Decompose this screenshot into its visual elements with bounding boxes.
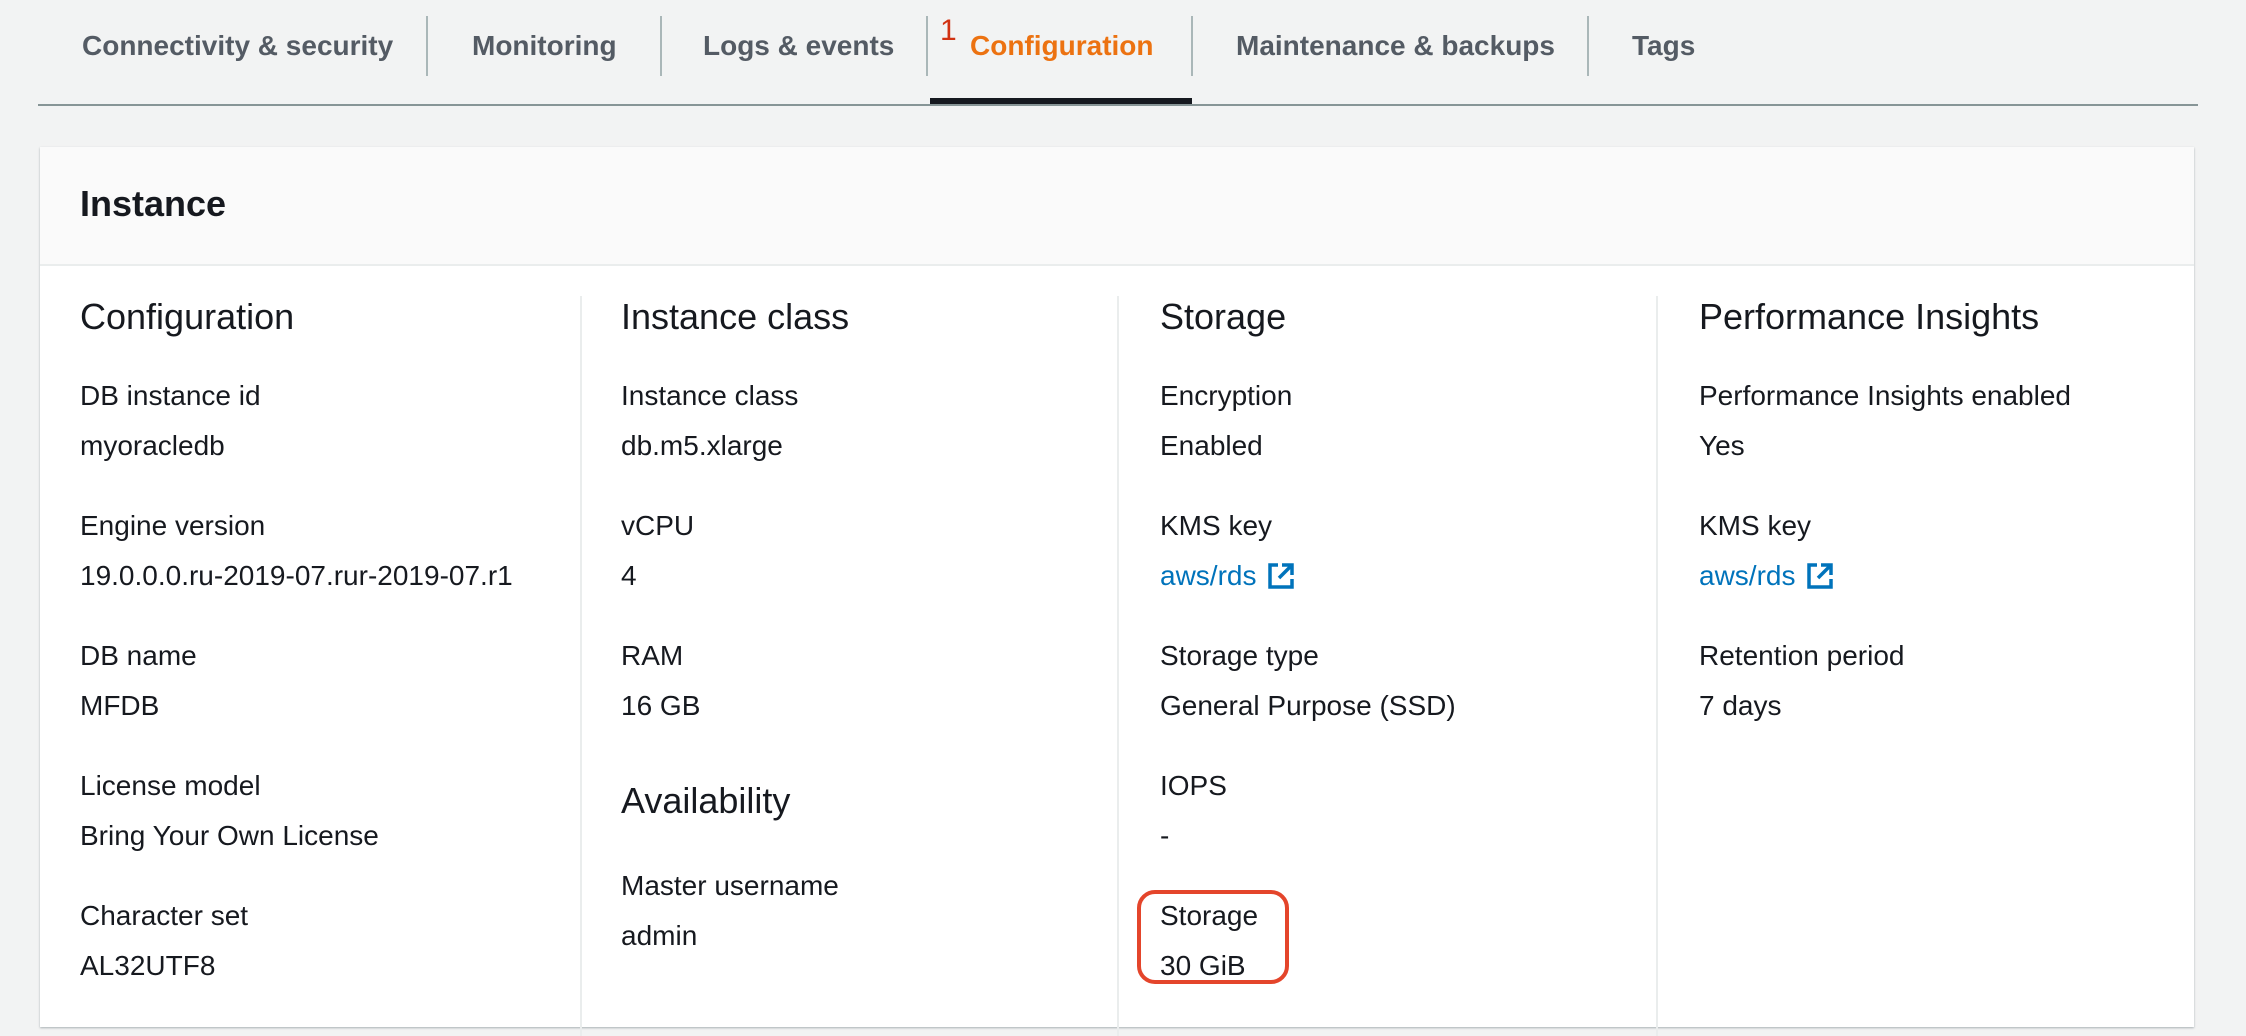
instance-class-label: Instance class [621,380,799,411]
db-instance-id-value: myoracledb [80,430,225,461]
pi-enabled-value: Yes [1699,430,1745,461]
external-link-icon [1807,563,1834,589]
db-name-value: MFDB [80,690,160,721]
instance-class-title: Instance class [621,296,850,337]
character-set-label: Character set [80,900,249,931]
tab-divider [1587,16,1589,76]
instance-panel: Instance Configuration DB instance id my… [40,147,2194,1036]
panel-title: Instance [80,183,227,224]
db-name-label: DB name [80,640,197,671]
tab-logs-events[interactable]: Logs & events [703,0,894,92]
tab-divider [1191,16,1193,76]
active-tab-indicator [930,98,1192,104]
external-link-icon [1268,563,1295,589]
tab-divider [426,16,428,76]
performance-insights-column: Performance Insights Performance Insight… [1699,296,2239,1036]
encryption-label: Encryption [1160,380,1293,411]
pi-kms-key-link-text: aws/rds [1699,560,1796,591]
panel-header: Instance [40,147,2194,266]
encryption-value: Enabled [1160,430,1263,461]
tab-divider [926,16,928,76]
kms-key-label: KMS key [1160,510,1273,541]
engine-version-label: Engine version [80,510,266,541]
db-instance-id-label: DB instance id [80,380,261,411]
master-username-label: Master username [621,870,839,901]
instance-class-value: db.m5.xlarge [621,430,783,461]
kms-key-link-text: aws/rds [1160,560,1257,591]
tab-monitoring[interactable]: Monitoring [472,0,617,92]
tab-maintenance-backups[interactable]: Maintenance & backups [1236,0,1555,92]
instance-class-column: Instance class Instance class db.m5.xlar… [621,296,1161,1036]
tab-divider [660,16,662,76]
iops-value: - [1160,820,1170,851]
retention-period-label: Retention period [1699,640,1905,671]
tab-tags[interactable]: Tags [1632,0,1695,92]
column-divider [1656,296,1658,1036]
column-divider [1117,296,1119,1036]
vcpu-label: vCPU [621,510,695,541]
master-username-value: admin [621,920,698,951]
annotation-number: 1 [940,14,957,47]
pi-enabled-label: Performance Insights enabled [1699,380,2071,411]
tab-bar: Connectivity & security Monitoring Logs … [38,0,2198,106]
performance-insights-title: Performance Insights [1699,296,2040,337]
configuration-title: Configuration [80,296,295,337]
ram-value: 16 GB [621,690,701,721]
storage-type-value: General Purpose (SSD) [1160,690,1456,721]
iops-label: IOPS [1160,770,1227,801]
character-set-value: AL32UTF8 [80,950,216,981]
pi-kms-key-label: KMS key [1699,510,1812,541]
column-divider [580,296,582,1036]
storage-title: Storage [1160,296,1287,337]
engine-version-value: 19.0.0.0.ru-2019-07.rur-2019-07.r1 [80,560,513,591]
retention-period-value: 7 days [1699,690,1782,721]
license-model-label: License model [80,770,261,801]
ram-label: RAM [621,640,684,671]
storage-kms-key-link[interactable]: aws/rds [1160,560,1296,592]
tab-connectivity-security[interactable]: Connectivity & security [82,0,393,92]
storage-type-label: Storage type [1160,640,1319,671]
configuration-column: Configuration DB instance id myoracledb … [80,296,620,1036]
storage-highlight-annotation [1137,890,1289,984]
availability-title: Availability [621,780,791,821]
vcpu-value: 4 [621,560,637,591]
pi-kms-key-link[interactable]: aws/rds [1699,560,1835,592]
tab-configuration[interactable]: Configuration [970,0,1154,92]
license-model-value: Bring Your Own License [80,820,379,851]
